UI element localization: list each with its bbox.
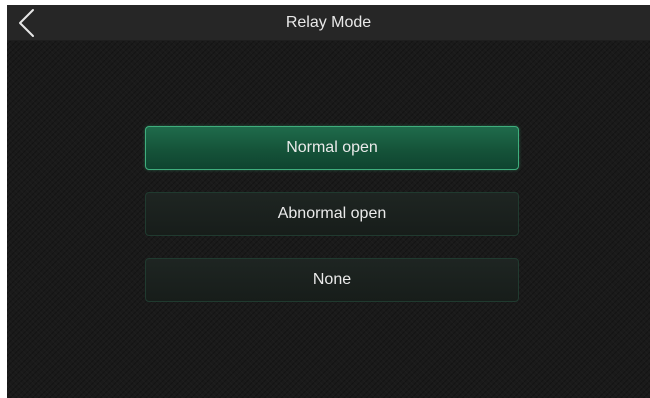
- relay-mode-screen: Relay Mode Normal open Abnormal open Non…: [7, 5, 650, 398]
- option-abnormal-open[interactable]: Abnormal open: [145, 192, 519, 236]
- option-normal-open[interactable]: Normal open: [145, 126, 519, 170]
- page-title: Relay Mode: [285, 14, 372, 31]
- option-none[interactable]: None: [145, 258, 519, 302]
- chevron-left-icon: [19, 9, 34, 37]
- title-bar: Relay Mode: [7, 5, 650, 41]
- back-button[interactable]: [7, 5, 51, 40]
